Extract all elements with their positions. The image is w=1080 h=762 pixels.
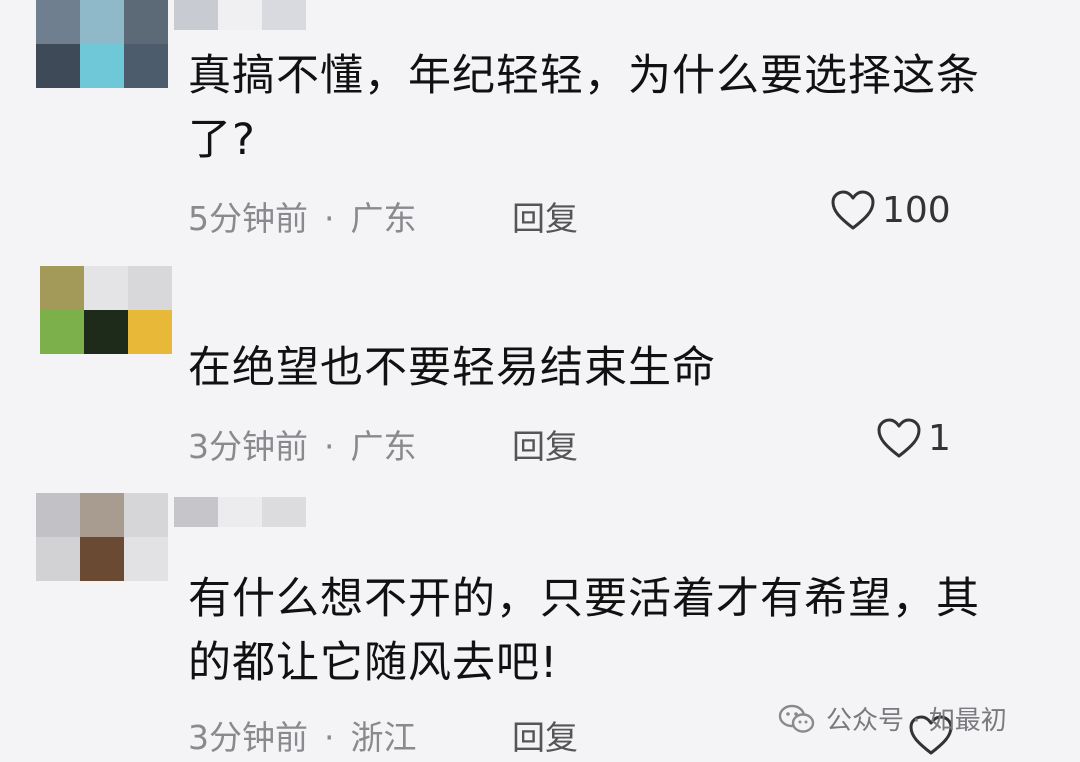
comment-text-line: 有什么想不开的，只要活着才有希望，其	[188, 574, 980, 624]
avatar[interactable]	[36, 0, 168, 88]
like-count: 100	[882, 189, 951, 231]
reply-button[interactable]: 回复	[512, 192, 578, 240]
wechat-icon	[778, 704, 815, 733]
avatar-pixel	[36, 493, 80, 537]
avatar-pixel	[128, 310, 172, 354]
avatar-pixel	[124, 537, 168, 581]
comment-item: 在绝望也不要轻易结束生命 3分钟前 · 广东 回复 1	[0, 250, 1080, 475]
comment-time: 5分钟前	[188, 199, 308, 238]
username-pixel	[174, 497, 218, 527]
watermark: 公众号 · 如最初	[778, 700, 1007, 737]
username-pixel	[174, 0, 218, 30]
username-blurred[interactable]	[174, 497, 306, 527]
comment-location: 浙江	[350, 718, 417, 757]
comment-location: 广东	[350, 199, 417, 238]
avatar-pixel	[40, 310, 84, 354]
avatar-pixel	[40, 266, 84, 310]
comment-meta: 5分钟前 · 广东	[188, 192, 417, 240]
avatar-pixel	[80, 0, 124, 44]
avatar-pixel	[124, 44, 168, 88]
comment-text: 在绝望也不要轻易结束生命	[188, 336, 716, 400]
comment-meta: 3分钟前 · 广东	[188, 420, 417, 468]
comment-text-line: 在绝望也不要轻易结束生命	[188, 343, 716, 393]
username-blurred[interactable]	[174, 0, 306, 30]
comment-text-line: 的都让它随风去吧!	[188, 638, 559, 688]
reply-button[interactable]: 回复	[512, 711, 578, 759]
comment-item: 真搞不懂，年纪轻轻，为什么要选择这条 了? 5分钟前 · 广东 回复 100	[0, 0, 1080, 250]
avatar-pixel	[84, 310, 128, 354]
comment-meta: 3分钟前 · 浙江	[188, 711, 417, 759]
comment-time: 3分钟前	[188, 718, 308, 757]
comment-text: 真搞不懂，年纪轻轻，为什么要选择这条 了?	[188, 44, 980, 172]
comment-text: 有什么想不开的，只要活着才有希望，其 的都让它随风去吧!	[188, 567, 980, 695]
avatar-pixel	[36, 44, 80, 88]
avatar[interactable]	[40, 266, 172, 354]
heart-outline-icon	[877, 418, 921, 458]
avatar[interactable]	[36, 493, 168, 581]
watermark-text: 公众号 · 如最初	[826, 706, 1007, 736]
reply-button[interactable]: 回复	[512, 420, 578, 468]
separator-dot: ·	[324, 718, 335, 757]
comment-location: 广东	[350, 427, 417, 466]
like-button[interactable]: 1	[876, 416, 951, 460]
avatar-pixel	[124, 493, 168, 537]
username-pixel	[262, 497, 306, 527]
separator-dot: ·	[324, 199, 335, 238]
avatar-pixel	[124, 0, 168, 44]
comment-text-line: 了?	[188, 115, 256, 165]
avatar-pixel	[84, 266, 128, 310]
avatar-pixel	[36, 537, 80, 581]
comment-text-line: 真搞不懂，年纪轻轻，为什么要选择这条	[188, 51, 980, 101]
avatar-pixel	[80, 493, 124, 537]
comment-time: 3分钟前	[188, 427, 308, 466]
avatar-pixel	[80, 44, 124, 88]
username-pixel	[262, 0, 306, 30]
avatar-pixel	[80, 537, 124, 581]
heart-outline-icon	[831, 190, 875, 230]
separator-dot: ·	[324, 427, 335, 466]
username-pixel	[218, 497, 262, 527]
like-count: 1	[928, 417, 951, 459]
avatar-pixel	[36, 0, 80, 44]
avatar-pixel	[128, 266, 172, 310]
username-pixel	[218, 0, 262, 30]
like-button[interactable]: 100	[830, 188, 951, 232]
